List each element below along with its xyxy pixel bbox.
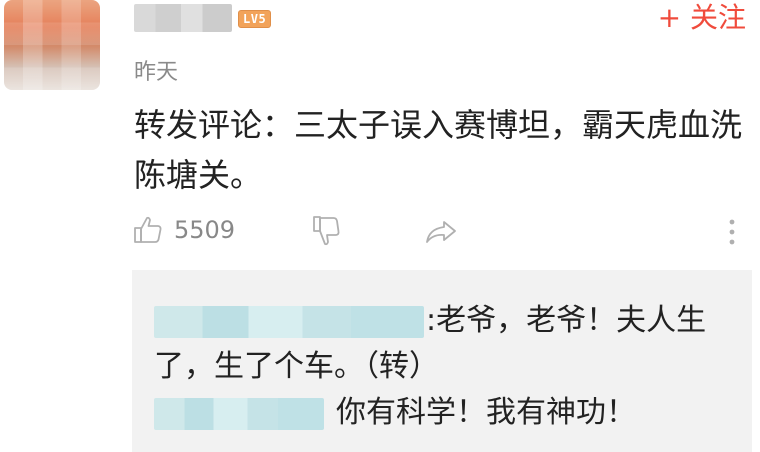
thumbs-up-icon bbox=[134, 216, 162, 243]
reply-text: 你有科学！我有神功！ bbox=[336, 395, 636, 430]
more-icon[interactable] bbox=[726, 218, 738, 246]
username-blurred[interactable] bbox=[134, 4, 232, 32]
avatar[interactable] bbox=[4, 0, 100, 90]
comment-actions: 5509 bbox=[132, 214, 752, 250]
reply-item[interactable]: 你有科学！我有神功！ bbox=[154, 390, 740, 436]
reply-separator: : bbox=[426, 303, 437, 338]
reply-author-blurred[interactable] bbox=[154, 397, 324, 430]
reply-author-blurred[interactable] bbox=[154, 305, 424, 338]
thumbs-down-icon[interactable] bbox=[310, 214, 344, 248]
like-count: 5509 bbox=[174, 216, 236, 244]
level-badge: LV5 bbox=[238, 10, 272, 28]
comment-timestamp: 昨天 bbox=[134, 60, 179, 85]
comment-text: 转发评论：三太子误入赛博坦，霸天虎血洗陈塘关。 bbox=[134, 106, 743, 194]
reply-list: :老爷，老爷！夫人生了，生了个车。（转） 你有科学！我有神功！ bbox=[132, 270, 752, 452]
follow-button[interactable]: + 关注 bbox=[658, 2, 746, 34]
like-button[interactable]: 5509 bbox=[132, 214, 235, 246]
reply-item[interactable]: :老爷，老爷！夫人生了，生了个车。（转） bbox=[154, 298, 740, 390]
share-icon[interactable] bbox=[424, 214, 458, 248]
